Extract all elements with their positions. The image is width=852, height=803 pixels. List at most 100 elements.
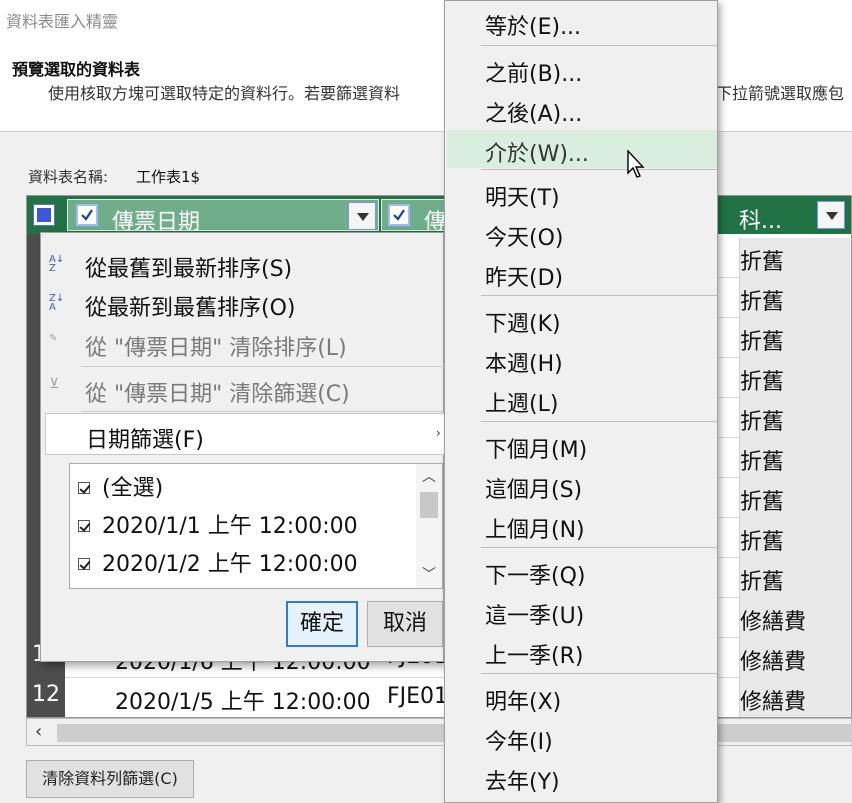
menu-separator	[481, 547, 717, 548]
submenu-item-label: 等於(E)...	[485, 15, 582, 40]
list-item-checkbox[interactable]	[78, 558, 90, 570]
sheet-name-label: 資料表名稱:	[28, 168, 109, 186]
sort-newest-to-oldest[interactable]: Z↓ A 從最新到最舊排序(O)	[41, 284, 445, 322]
cell-account-text: 折舊	[740, 290, 785, 315]
submenu-item[interactable]: 今天(O)	[447, 214, 717, 252]
filter-value-list[interactable]: (全選) 2020/1/1 上午 12:00:00 2020/1/2 上午 12…	[69, 463, 443, 589]
submenu-item-label: 介於(W)...	[485, 142, 589, 167]
submenu-item[interactable]: 今年(I)	[447, 718, 717, 756]
submenu-item[interactable]: 昨天(D)	[447, 254, 717, 292]
cell-account-text: 折舊	[740, 250, 785, 275]
date-filter-item[interactable]: 日期篩選(F) ›	[45, 413, 445, 455]
submenu-item[interactable]: 之前(B)...	[447, 50, 717, 88]
menu-separator	[481, 295, 717, 296]
preview-description: 使用核取方塊可選取特定的資料行。若要篩選資料	[48, 84, 401, 103]
submenu-item[interactable]: 等於(E)...	[447, 3, 717, 41]
submenu-item-label: 這個月(S)	[485, 478, 583, 503]
column-header-label: 科...	[739, 209, 782, 234]
list-item-checkbox[interactable]	[78, 520, 90, 532]
clear-sort[interactable]: ✎ 從 "傳票日期" 清除排序(L)	[41, 324, 445, 362]
column-filter-dropdown-button[interactable]	[348, 202, 376, 230]
sort-ascending-icon: A↓ Z	[49, 254, 65, 274]
cell-account-text: 折舊	[740, 570, 785, 595]
cell-account-text: 折舊	[740, 370, 785, 395]
cell-account-text: 折舊	[740, 450, 785, 475]
submenu-item[interactable]: 這一季(U)	[447, 592, 717, 630]
column-header-account[interactable]: 科...	[717, 199, 851, 234]
submenu-item-label: 下個月(M)	[485, 438, 588, 463]
cell-account: 折舊	[739, 398, 851, 438]
list-vertical-scrollbar[interactable]: ︿ ﹀	[416, 464, 442, 588]
horizontal-scrollbar[interactable]: ‹	[26, 718, 852, 746]
mouse-cursor-icon	[627, 150, 645, 178]
submenu-item-label: 下一季(Q)	[485, 564, 586, 589]
submenu-item-label: 今年(I)	[485, 730, 553, 755]
column-filter-dropdown-button[interactable]	[817, 201, 845, 229]
scroll-left-icon[interactable]: ‹	[35, 721, 42, 742]
menu-separator	[481, 673, 717, 674]
cell-account-text: 折舊	[740, 330, 785, 355]
ok-button[interactable]: 確定	[286, 601, 358, 647]
clear-filter[interactable]: ⊻ 從 "傳票日期" 清除篩選(C)	[41, 370, 445, 408]
cell-account-text: 修繕費	[740, 690, 807, 715]
submenu-item-label: 去年(Y)	[485, 770, 560, 795]
submenu-item[interactable]: 下一季(Q)	[447, 552, 717, 590]
cell-account: 折舊	[739, 278, 851, 318]
submenu-item[interactable]: 明年(X)	[447, 678, 717, 716]
list-item-label: (全選)	[102, 476, 164, 501]
menu-separator	[481, 45, 717, 46]
submenu-item[interactable]: 介於(W)...	[447, 130, 717, 168]
submenu-item-label: 上個月(N)	[485, 518, 585, 543]
submenu-item-label: 昨天(D)	[485, 266, 564, 291]
submenu-item[interactable]: 上一季(R)	[447, 632, 717, 670]
submenu-item-label: 明天(T)	[485, 186, 560, 211]
scrollbar-thumb[interactable]	[420, 492, 438, 518]
menu-item-label: 日期篩選(F)	[86, 428, 204, 453]
submenu-item-label: 這一季(U)	[485, 604, 585, 629]
cell-account: 修繕費	[739, 598, 851, 638]
column-header-voucher-date[interactable]: 傳票日期	[67, 199, 379, 235]
cell-account: 折舊	[739, 358, 851, 398]
cell-account-text: 修繕費	[740, 650, 807, 675]
submenu-item[interactable]: 明天(T)	[447, 174, 717, 212]
submenu-item-label: 明年(X)	[485, 690, 562, 715]
menu-separator	[481, 421, 717, 422]
submenu-item[interactable]: 本週(H)	[447, 340, 717, 378]
submenu-item[interactable]: 上個月(N)	[447, 506, 717, 544]
row-number: 12	[32, 682, 60, 707]
cell-account-text: 折舊	[740, 410, 785, 435]
chevron-up-icon[interactable]: ︿	[422, 466, 436, 486]
column-checkbox-voucher[interactable]	[388, 204, 410, 226]
submenu-item[interactable]: 之後(A)...	[447, 90, 717, 128]
submenu-item-label: 之前(B)...	[485, 62, 583, 87]
menu-item-label: 從最舊到最新排序(S)	[85, 257, 293, 282]
list-item-label: 2020/1/1 上午 12:00:00	[102, 514, 358, 539]
submenu-item-label: 之後(A)...	[485, 102, 583, 127]
submenu-item[interactable]: 這個月(S)	[447, 466, 717, 504]
menu-separator	[81, 411, 445, 412]
cell-voucher: FJE01	[387, 684, 449, 709]
cell-account: 折舊	[739, 238, 851, 278]
cell-account: 折舊	[739, 558, 851, 598]
cell-account: 折舊	[739, 318, 851, 358]
list-item-label: 2020/1/2 上午 12:00:00	[102, 552, 358, 577]
cell-account: 修繕費	[739, 638, 851, 678]
select-all-checkbox[interactable]	[33, 204, 55, 226]
submenu-item[interactable]: 去年(Y)	[447, 758, 717, 796]
list-item-checkbox[interactable]	[78, 482, 90, 494]
submenu-item-label: 上週(L)	[485, 392, 559, 417]
cell-account: 折舊	[739, 478, 851, 518]
submenu-item[interactable]: 上週(L)	[447, 380, 717, 418]
cancel-button[interactable]: 取消	[367, 601, 443, 647]
column-filter-panel: A↓ Z 從最舊到最新排序(S) Z↓ A 從最新到最舊排序(O) ✎ 從 "傳票日…	[40, 232, 445, 662]
submenu-item[interactable]: 下個月(M)	[447, 426, 717, 464]
cell-account-text: 折舊	[740, 490, 785, 515]
cell-account: 修繕費	[739, 678, 851, 717]
sort-oldest-to-newest[interactable]: A↓ Z 從最舊到最新排序(S)	[41, 245, 445, 283]
menu-item-label: 從 "傳票日期" 清除排序(L)	[85, 336, 347, 361]
column-checkbox-voucher-date[interactable]	[76, 204, 98, 226]
submenu-item[interactable]: 下週(K)	[447, 300, 717, 338]
submenu-item-label: 上一季(R)	[485, 644, 584, 669]
clear-row-filter-button[interactable]: 清除資料列篩選(C)	[26, 760, 194, 798]
chevron-down-icon[interactable]: ﹀	[422, 564, 436, 584]
